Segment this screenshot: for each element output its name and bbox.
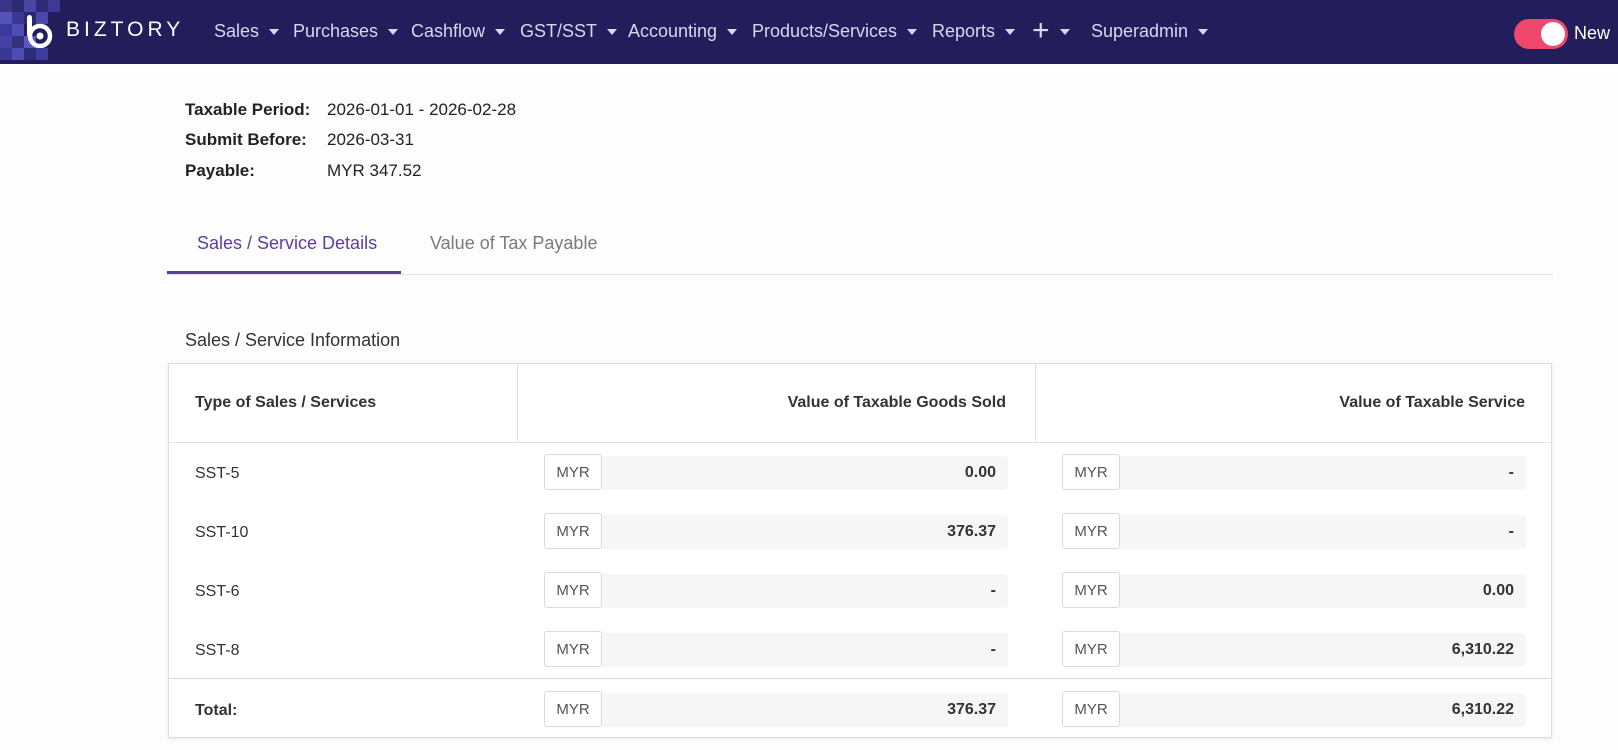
chevron-down-icon bbox=[607, 29, 618, 35]
nav-accounting[interactable]: Accounting bbox=[628, 19, 738, 43]
goods-amount-value: - bbox=[602, 633, 1008, 667]
header-divider bbox=[169, 442, 1551, 443]
column-header-service: Value of Taxable Service bbox=[1339, 394, 1525, 411]
taxable-period-value: 2026-01-01 - 2026-02-28 bbox=[327, 100, 517, 119]
nav-purchases[interactable]: Purchases bbox=[293, 19, 399, 43]
currency-prefix: MYR bbox=[544, 513, 602, 549]
tabs-divider bbox=[167, 274, 1553, 275]
payable-label: Payable: bbox=[185, 161, 255, 180]
tab-sales-service-details[interactable]: Sales / Service Details bbox=[197, 233, 377, 254]
column-divider bbox=[517, 364, 518, 442]
nav-products-services[interactable]: Products/Services bbox=[752, 19, 918, 43]
column-header-goods: Value of Taxable Goods Sold bbox=[787, 394, 1006, 411]
currency-prefix: MYR bbox=[544, 691, 602, 727]
service-amount-value: 0.00 bbox=[1120, 574, 1526, 608]
service-amount-value: - bbox=[1120, 515, 1526, 549]
goods-amount-field[interactable]: MYR - bbox=[544, 631, 1008, 667]
nav-add[interactable]: + bbox=[1032, 14, 1070, 47]
tab-value-of-tax-payable[interactable]: Value of Tax Payable bbox=[430, 233, 597, 254]
total-service-value: 6,310.22 bbox=[1120, 693, 1526, 727]
total-goods-value: 376.37 bbox=[602, 693, 1008, 727]
chevron-down-icon bbox=[269, 29, 280, 35]
chevron-down-icon bbox=[727, 29, 738, 35]
currency-prefix: MYR bbox=[1062, 631, 1120, 667]
service-amount-field[interactable]: MYR - bbox=[1062, 513, 1526, 549]
submit-before-value: 2026-03-31 bbox=[327, 130, 414, 149]
chevron-down-icon bbox=[907, 29, 918, 35]
total-divider bbox=[169, 678, 1551, 679]
new-ui-toggle[interactable] bbox=[1514, 19, 1568, 49]
plus-icon: + bbox=[1032, 14, 1050, 47]
taxable-period-label: Taxable Period: bbox=[185, 100, 311, 119]
nav-reports[interactable]: Reports bbox=[932, 19, 1016, 43]
chevron-down-icon bbox=[1198, 29, 1209, 35]
chevron-down-icon bbox=[1005, 29, 1016, 35]
sales-service-table: Type of Sales / Services Value of Taxabl… bbox=[168, 363, 1552, 738]
row-type-label: SST-5 bbox=[195, 465, 240, 482]
total-service-field[interactable]: MYR 6,310.22 bbox=[1062, 691, 1526, 727]
chevron-down-icon bbox=[495, 29, 506, 35]
currency-prefix: MYR bbox=[1062, 454, 1120, 490]
goods-amount-field[interactable]: MYR 376.37 bbox=[544, 513, 1008, 549]
nav-superadmin[interactable]: Superadmin bbox=[1091, 19, 1209, 43]
currency-prefix: MYR bbox=[1062, 691, 1120, 727]
service-amount-value: - bbox=[1120, 456, 1526, 490]
total-label: Total: bbox=[195, 702, 238, 719]
row-type-label: SST-10 bbox=[195, 524, 249, 541]
currency-prefix: MYR bbox=[1062, 572, 1120, 608]
brand-name[interactable]: BIZTORY bbox=[66, 18, 184, 42]
biztory-logo-icon[interactable] bbox=[24, 14, 58, 48]
goods-amount-field[interactable]: MYR - bbox=[544, 572, 1008, 608]
goods-amount-value: 0.00 bbox=[602, 456, 1008, 490]
section-title: Sales / Service Information bbox=[185, 330, 401, 350]
toggle-label: New bbox=[1574, 23, 1611, 43]
row-type-label: SST-6 bbox=[195, 583, 240, 600]
goods-amount-field[interactable]: MYR 0.00 bbox=[544, 454, 1008, 490]
total-goods-field[interactable]: MYR 376.37 bbox=[544, 691, 1008, 727]
submit-before-label: Submit Before: bbox=[185, 130, 307, 149]
toggle-knob bbox=[1541, 22, 1565, 46]
currency-prefix: MYR bbox=[544, 572, 602, 608]
goods-amount-value: - bbox=[602, 574, 1008, 608]
nav-sales[interactable]: Sales bbox=[214, 19, 280, 43]
payable-value: MYR 347.52 bbox=[327, 161, 422, 180]
column-divider bbox=[1035, 364, 1036, 442]
currency-prefix: MYR bbox=[544, 631, 602, 667]
chevron-down-icon bbox=[388, 29, 399, 35]
top-navbar: BIZTORY Sales Purchases Cashflow GST/SST… bbox=[0, 0, 1618, 64]
chevron-down-icon bbox=[1059, 29, 1070, 35]
row-type-label: SST-8 bbox=[195, 642, 240, 659]
service-amount-field[interactable]: MYR 0.00 bbox=[1062, 572, 1526, 608]
column-header-type: Type of Sales / Services bbox=[195, 394, 377, 411]
nav-gst-sst[interactable]: GST/SST bbox=[520, 19, 618, 43]
nav-cashflow[interactable]: Cashflow bbox=[411, 19, 506, 43]
service-amount-field[interactable]: MYR - bbox=[1062, 454, 1526, 490]
service-amount-value: 6,310.22 bbox=[1120, 633, 1526, 667]
service-amount-field[interactable]: MYR 6,310.22 bbox=[1062, 631, 1526, 667]
currency-prefix: MYR bbox=[1062, 513, 1120, 549]
goods-amount-value: 376.37 bbox=[602, 515, 1008, 549]
currency-prefix: MYR bbox=[544, 454, 602, 490]
